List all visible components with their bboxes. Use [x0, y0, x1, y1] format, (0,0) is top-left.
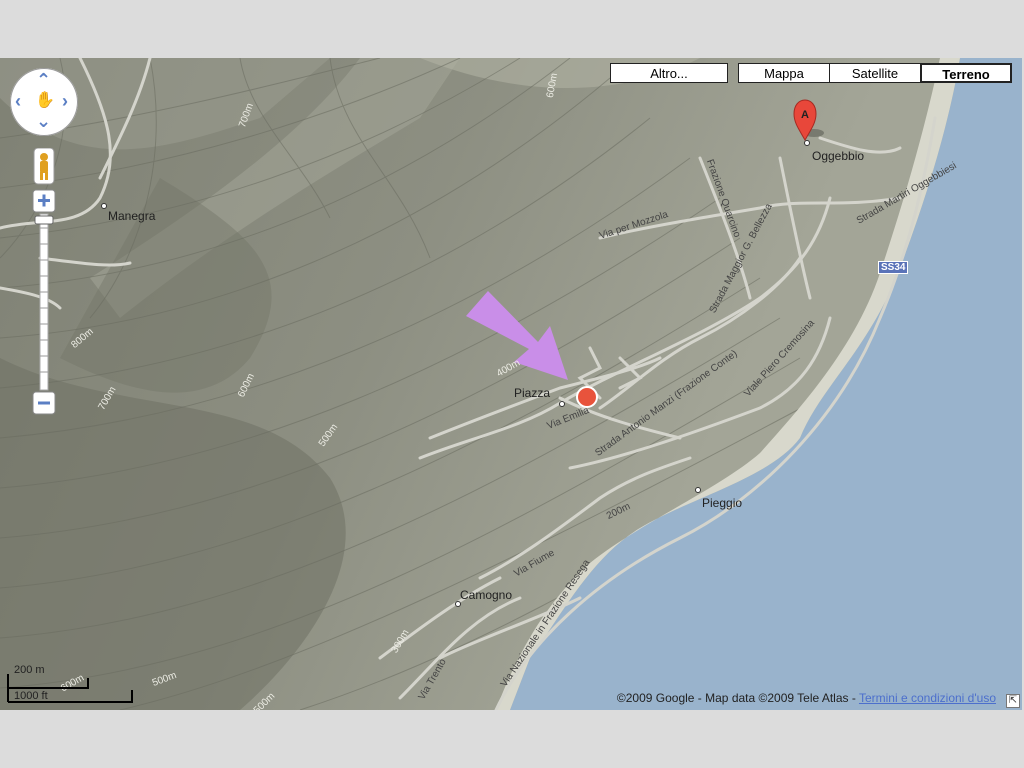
- zoom-in-icon: [32, 189, 56, 213]
- scale-metric: 200 m: [14, 664, 45, 676]
- highway-shield: SS34: [878, 261, 909, 274]
- resize-icon[interactable]: ⇱: [1006, 694, 1020, 708]
- place-manegra: Manegra: [108, 209, 156, 223]
- zoom-thumb: [34, 215, 54, 225]
- copyright: ©2009 Google - Map data ©2009 Tele Atlas…: [617, 691, 996, 705]
- place-oggebbio: Oggebbio: [812, 149, 865, 163]
- marker-label: A: [801, 109, 809, 121]
- zoom-control[interactable]: [32, 147, 56, 418]
- pegman-icon: [33, 147, 55, 185]
- zoom-out-icon: [32, 391, 56, 415]
- more-button[interactable]: Altro...: [610, 63, 728, 83]
- scale-imperial: 1000 ft: [14, 690, 48, 702]
- pan-left-icon[interactable]: ‹: [15, 92, 21, 110]
- scale-bar: 200 m 1000 ft: [6, 664, 134, 706]
- location-dot-icon: [576, 386, 598, 408]
- map-type-map-button[interactable]: Mappa: [738, 63, 830, 83]
- place-camogno: Camogno: [460, 588, 513, 602]
- place-piazza: Piazza: [514, 386, 551, 400]
- terrain-layer: A: [0, 58, 1022, 710]
- map-type-terrain-button[interactable]: Terreno: [920, 63, 1012, 83]
- terms-link[interactable]: Termini e condizioni d'uso: [859, 691, 996, 705]
- hand-icon: ✋: [35, 92, 55, 109]
- map-canvas[interactable]: A Manegra Oggebbio Piazza Pieggio Camogn…: [0, 58, 1022, 710]
- map-type-satellite-button[interactable]: Satellite: [829, 63, 921, 83]
- place-pieggio: Pieggio: [702, 496, 743, 510]
- pan-control-icon[interactable]: ⌃ ⌄ ‹ › ✋: [10, 68, 78, 136]
- pan-right-icon[interactable]: ›: [62, 92, 68, 110]
- copyright-text: ©2009 Google - Map data ©2009 Tele Atlas…: [616, 691, 859, 705]
- pan-down-icon[interactable]: ⌄: [36, 112, 51, 130]
- pan-up-icon[interactable]: ⌃: [36, 71, 51, 89]
